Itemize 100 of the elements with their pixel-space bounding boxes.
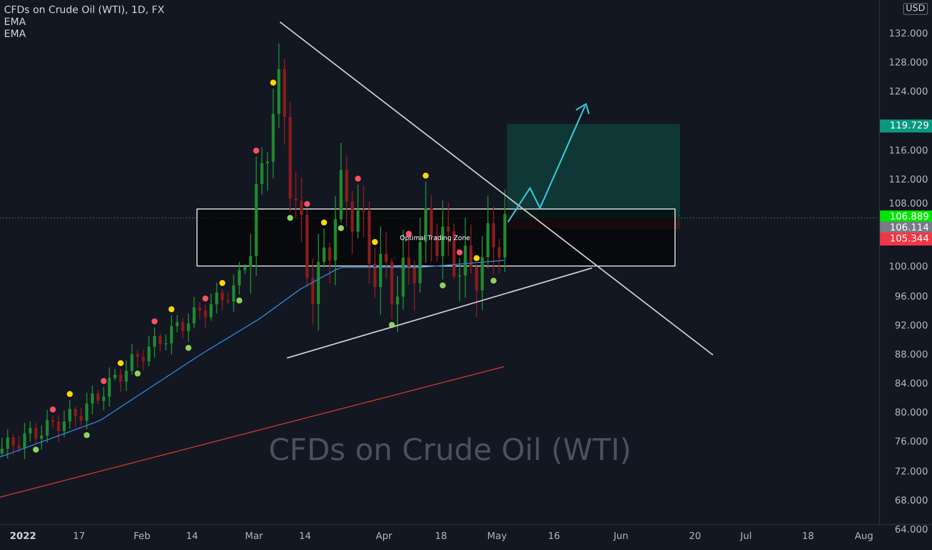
signal-dot	[118, 360, 124, 366]
candle	[390, 258, 394, 320]
candle	[34, 422, 38, 444]
price-tick: 112.000	[888, 174, 928, 186]
time-tick: 14	[298, 531, 312, 542]
candle	[350, 190, 354, 255]
signal-dot	[134, 370, 141, 376]
signal-dot	[168, 306, 174, 312]
candle	[85, 392, 88, 430]
signal-dot	[236, 298, 242, 304]
signal-dot	[372, 238, 378, 245]
signal-dot	[100, 378, 107, 384]
candle	[469, 224, 472, 274]
signal-dot	[440, 282, 446, 288]
candle	[266, 152, 270, 192]
time-tick: Apr	[376, 531, 392, 542]
candle	[458, 258, 462, 302]
signal-dot	[406, 230, 412, 237]
currency-label[interactable]: USD	[902, 3, 928, 15]
candle	[124, 360, 128, 392]
candle	[249, 233, 252, 294]
price-tick: 116.000	[888, 145, 928, 156]
signal-dot	[456, 249, 463, 256]
price-tick: 88.000	[894, 349, 928, 360]
price-tick: 108.000	[888, 198, 928, 210]
signal-dot	[185, 344, 192, 351]
time-tick: Jun	[614, 531, 628, 542]
symbol-title: CFDs on Crude Oil (WTI), 1D, FX	[4, 5, 164, 16]
candle	[57, 414, 60, 443]
candle	[96, 389, 100, 405]
candle	[373, 247, 376, 298]
candle	[176, 314, 179, 333]
candle	[192, 296, 196, 329]
price-tick: 84.000	[894, 378, 928, 390]
signal-dot	[474, 255, 480, 262]
price-tick: 92.000	[894, 320, 928, 332]
candle	[210, 293, 213, 322]
price-label: 105.344	[880, 232, 932, 246]
time-tick: 16	[548, 531, 560, 542]
indicator-label: EMA	[4, 29, 27, 40]
time-tick: Mar	[245, 531, 263, 542]
signal-dot	[32, 446, 39, 453]
candle	[80, 407, 83, 426]
candle	[226, 292, 230, 305]
candle	[186, 313, 190, 342]
time-tick: 18	[802, 531, 814, 542]
candle	[384, 231, 388, 280]
candle	[51, 415, 54, 428]
time-tick: May	[487, 531, 507, 542]
candle	[198, 301, 202, 320]
candle	[153, 326, 156, 358]
candle	[238, 261, 241, 295]
time-tick: 14	[186, 531, 198, 542]
signal-dot	[66, 390, 73, 397]
candle	[130, 344, 134, 375]
candle	[108, 366, 111, 408]
signal-dot	[270, 80, 276, 86]
candle	[119, 368, 122, 392]
candle	[0, 437, 4, 456]
candle	[300, 177, 303, 243]
candle	[12, 434, 15, 456]
time-tick: 18	[434, 531, 448, 542]
candle	[243, 264, 246, 274]
candle	[158, 333, 162, 352]
candle	[294, 170, 298, 219]
candle	[102, 386, 106, 411]
candle	[164, 334, 168, 351]
candle	[215, 282, 218, 314]
price-label: 119.729	[880, 120, 932, 132]
candle	[142, 349, 145, 370]
signal-dot	[388, 322, 395, 328]
candle	[356, 184, 360, 240]
signal-dot	[84, 432, 90, 438]
signal-dot	[490, 278, 497, 284]
candle	[170, 314, 173, 355]
candle	[452, 223, 456, 280]
candle	[220, 288, 224, 311]
candle	[114, 368, 116, 381]
candle	[492, 206, 496, 276]
candle	[362, 184, 366, 238]
signal-dot	[50, 406, 56, 413]
candle	[396, 276, 399, 333]
price-tick: 96.000	[894, 291, 928, 302]
candle	[90, 385, 94, 415]
candle	[40, 424, 44, 450]
candle	[322, 228, 326, 268]
candle	[46, 410, 49, 444]
time-tick: 20	[688, 531, 702, 542]
price-tick: 68.000	[894, 495, 928, 506]
candle	[74, 406, 77, 428]
candle	[498, 238, 501, 274]
symbol-watermark: CFDs on Crude Oil (WTI)	[268, 433, 632, 468]
price-tick: 128.000	[888, 58, 928, 69]
price-tick: 132.000	[888, 28, 928, 40]
signal-dot	[202, 295, 208, 302]
candle	[136, 350, 140, 368]
candle	[181, 318, 184, 339]
price-tick: 124.000	[888, 86, 928, 98]
signal-dot	[422, 172, 429, 179]
candle	[17, 436, 20, 453]
